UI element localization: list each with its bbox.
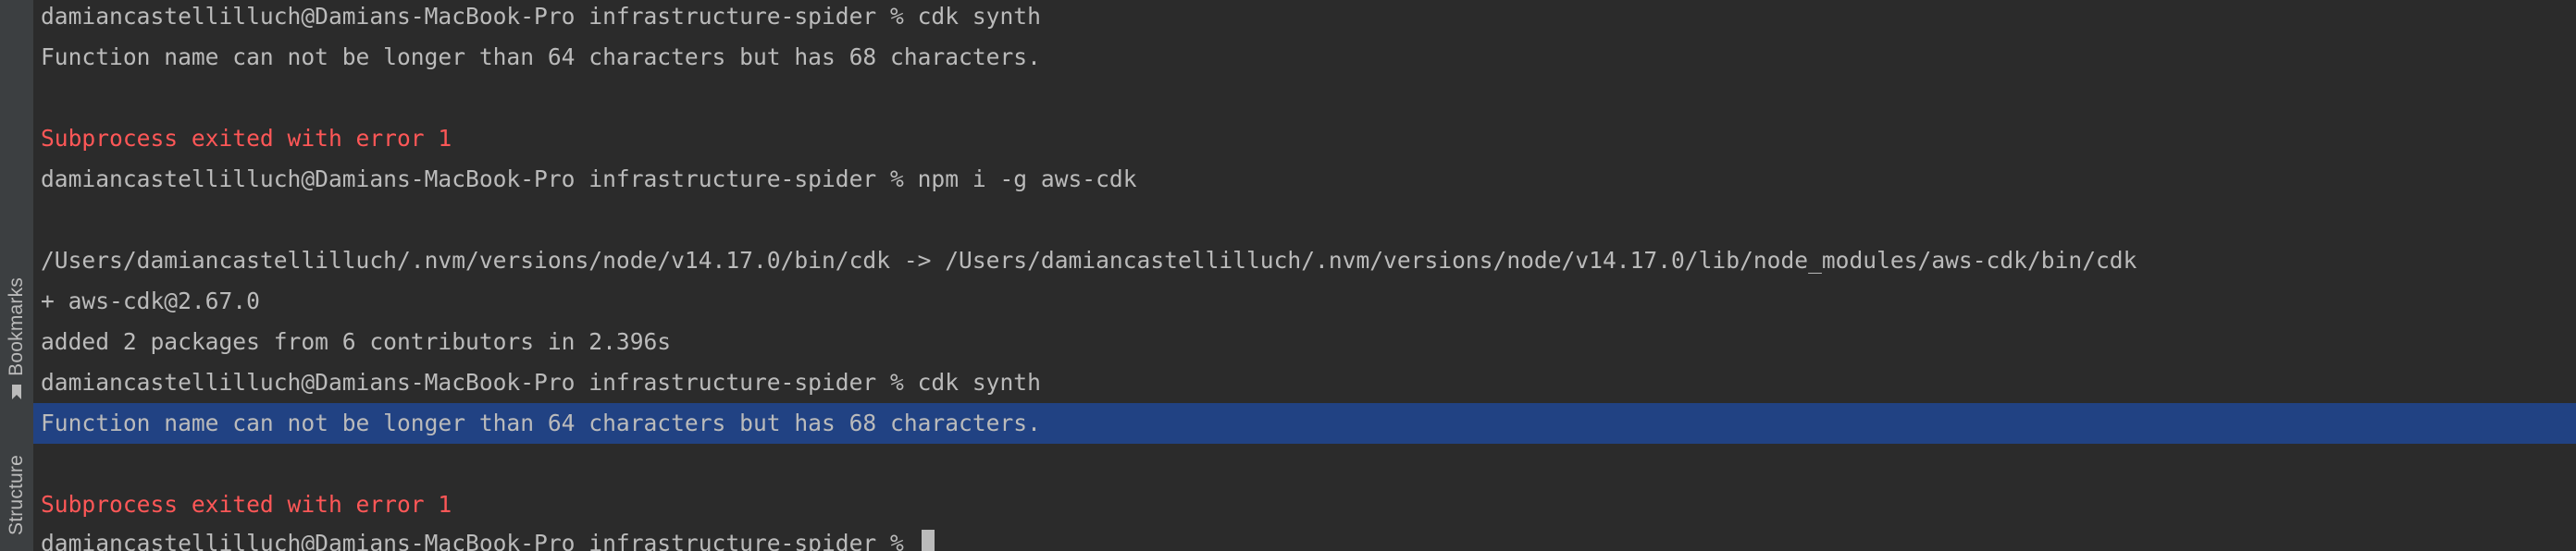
text-cursor bbox=[921, 530, 935, 551]
ide-window: Bookmarks Structure damiancastellilluch@… bbox=[0, 0, 2576, 551]
terminal-line-text: Subprocess exited with error 1 bbox=[41, 491, 452, 518]
terminal-line-text: damiancastellilluch@Damians-MacBook-Pro … bbox=[41, 3, 1041, 30]
terminal-line-text: damiancastellilluch@Damians-MacBook-Pro … bbox=[41, 165, 1137, 192]
left-tool-strip: Bookmarks Structure bbox=[0, 0, 33, 551]
structure-tab-label: Structure bbox=[6, 455, 27, 535]
terminal-error-line: Subprocess exited with error 1 bbox=[41, 484, 2576, 525]
terminal-line-text: Subprocess exited with error 1 bbox=[41, 125, 452, 152]
terminal-line-text: /Users/damiancastellilluch/.nvm/versions… bbox=[41, 247, 2137, 274]
terminal-error-line: Subprocess exited with error 1 bbox=[41, 118, 2576, 159]
terminal-prompt-line[interactable]: damiancastellilluch@Damians-MacBook-Pro … bbox=[41, 523, 2576, 551]
terminal-line: damiancastellilluch@Damians-MacBook-Pro … bbox=[41, 159, 2576, 200]
terminal-prompt-text: damiancastellilluch@Damians-MacBook-Pro … bbox=[41, 530, 918, 551]
bookmarks-tab[interactable]: Bookmarks bbox=[0, 277, 33, 400]
terminal-line: added 2 packages from 6 contributors in … bbox=[41, 322, 2576, 362]
terminal-selected-line[interactable]: Function name can not be longer than 64 … bbox=[33, 403, 2576, 444]
bookmarks-tab-label: Bookmarks bbox=[6, 277, 27, 376]
terminal-line: /Users/damiancastellilluch/.nvm/versions… bbox=[41, 240, 2576, 281]
terminal-line-text: Function name can not be longer than 64 … bbox=[41, 410, 1041, 436]
terminal-line-text: added 2 packages from 6 contributors in … bbox=[41, 328, 672, 355]
terminal-output[interactable]: damiancastellilluch@Damians-MacBook-Pro … bbox=[33, 0, 2576, 551]
terminal-line: + aws-cdk@2.67.0 bbox=[41, 281, 2576, 322]
structure-tab[interactable]: Structure bbox=[0, 455, 33, 535]
terminal-line-text: damiancastellilluch@Damians-MacBook-Pro … bbox=[41, 369, 1041, 396]
terminal-line: Function name can not be longer than 64 … bbox=[41, 37, 2576, 78]
terminal-line: damiancastellilluch@Damians-MacBook-Pro … bbox=[41, 0, 2576, 37]
bookmark-icon bbox=[12, 384, 21, 399]
terminal-line: damiancastellilluch@Damians-MacBook-Pro … bbox=[41, 362, 2576, 403]
terminal-line-text: Function name can not be longer than 64 … bbox=[41, 43, 1041, 70]
terminal-line-text: + aws-cdk@2.67.0 bbox=[41, 288, 260, 314]
